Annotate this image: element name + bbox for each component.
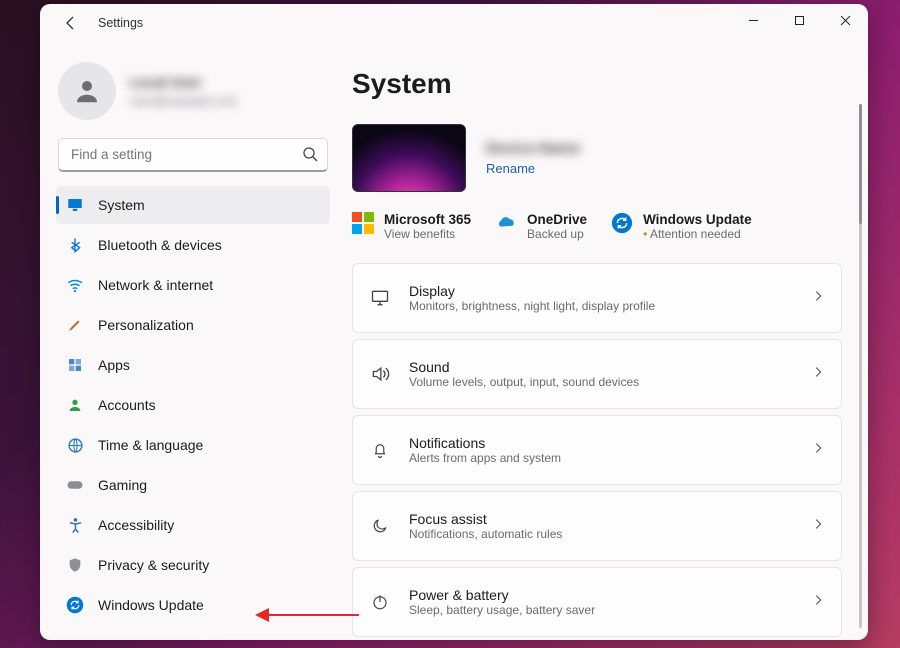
display-icon bbox=[369, 287, 391, 309]
sidebar-item-personalization[interactable]: Personalization bbox=[56, 306, 330, 344]
moon-icon bbox=[369, 515, 391, 537]
main-content: System Device-Name Rename Microsoft 365 … bbox=[344, 48, 868, 640]
sidebar-item-label: Windows Update bbox=[98, 597, 204, 613]
card-title: Power & battery bbox=[409, 587, 793, 603]
status-m365-title: Microsoft 365 bbox=[384, 212, 471, 227]
sidebar-item-time-language[interactable]: Time & language bbox=[56, 426, 330, 464]
card-title: Sound bbox=[409, 359, 793, 375]
wifi-icon bbox=[66, 276, 84, 294]
sidebar: Local User user@example.com System Bluet… bbox=[40, 48, 344, 640]
sidebar-item-apps[interactable]: Apps bbox=[56, 346, 330, 384]
page-heading: System bbox=[352, 68, 868, 100]
card-subtitle: Volume levels, output, input, sound devi… bbox=[409, 375, 793, 389]
sync-icon bbox=[66, 596, 84, 614]
sidebar-item-accounts[interactable]: Accounts bbox=[56, 386, 330, 424]
onedrive-icon bbox=[495, 212, 517, 234]
sidebar-item-label: Time & language bbox=[98, 437, 203, 453]
sidebar-item-label: Gaming bbox=[98, 477, 147, 493]
status-onedrive[interactable]: OneDrive Backed up bbox=[495, 212, 587, 241]
profile-name: Local User bbox=[130, 74, 237, 90]
device-name: Device-Name bbox=[486, 140, 580, 157]
device-row: Device-Name Rename bbox=[352, 124, 868, 192]
status-update-title: Windows Update bbox=[643, 212, 752, 227]
status-onedrive-sub: Backed up bbox=[527, 227, 587, 241]
card-subtitle: Notifications, automatic rules bbox=[409, 527, 793, 541]
desktop-preview[interactable] bbox=[352, 124, 466, 192]
brush-icon bbox=[66, 316, 84, 334]
profile-block[interactable]: Local User user@example.com bbox=[56, 54, 330, 136]
shield-icon bbox=[66, 556, 84, 574]
chevron-right-icon bbox=[811, 517, 825, 536]
status-windows-update[interactable]: Windows Update Attention needed bbox=[611, 212, 752, 241]
card-title: Display bbox=[409, 283, 793, 299]
microsoft-logo-icon bbox=[352, 212, 374, 234]
settings-cards: Display Monitors, brightness, night ligh… bbox=[352, 263, 868, 637]
sidebar-item-accessibility[interactable]: Accessibility bbox=[56, 506, 330, 544]
sidebar-item-label: Network & internet bbox=[98, 277, 213, 293]
sidebar-item-label: Personalization bbox=[98, 317, 194, 333]
chevron-right-icon bbox=[811, 593, 825, 612]
card-focus-assist[interactable]: Focus assist Notifications, automatic ru… bbox=[352, 491, 842, 561]
back-button[interactable] bbox=[62, 14, 80, 32]
search-icon bbox=[302, 146, 318, 167]
sound-icon bbox=[369, 363, 391, 385]
gamepad-icon bbox=[66, 476, 84, 494]
search-input[interactable] bbox=[58, 138, 328, 172]
sidebar-item-privacy-security[interactable]: Privacy & security bbox=[56, 546, 330, 584]
profile-info: Local User user@example.com bbox=[130, 74, 237, 108]
apps-icon bbox=[66, 356, 84, 374]
search-box bbox=[58, 138, 328, 172]
power-icon bbox=[369, 591, 391, 613]
avatar bbox=[58, 62, 116, 120]
bluetooth-icon bbox=[66, 236, 84, 254]
nav-list: System Bluetooth & devices Network & int… bbox=[56, 186, 330, 624]
settings-window: Settings Local User user@example.c bbox=[40, 4, 868, 640]
profile-email: user@example.com bbox=[130, 94, 237, 108]
sync-icon bbox=[611, 212, 633, 234]
card-subtitle: Sleep, battery usage, battery saver bbox=[409, 603, 793, 617]
sidebar-item-gaming[interactable]: Gaming bbox=[56, 466, 330, 504]
sidebar-item-label: Bluetooth & devices bbox=[98, 237, 222, 253]
close-button[interactable] bbox=[822, 4, 868, 36]
rename-link[interactable]: Rename bbox=[486, 161, 580, 176]
sidebar-item-label: System bbox=[98, 197, 145, 213]
accessibility-icon bbox=[66, 516, 84, 534]
globe-icon bbox=[66, 436, 84, 454]
bell-icon bbox=[369, 439, 391, 461]
sidebar-item-label: Accessibility bbox=[98, 517, 174, 533]
sidebar-item-system[interactable]: System bbox=[56, 186, 330, 224]
window-title: Settings bbox=[98, 16, 143, 30]
card-subtitle: Alerts from apps and system bbox=[409, 451, 793, 465]
card-subtitle: Monitors, brightness, night light, displ… bbox=[409, 299, 793, 313]
sidebar-item-network-internet[interactable]: Network & internet bbox=[56, 266, 330, 304]
status-m365-sub: View benefits bbox=[384, 227, 471, 241]
annotation-arrow bbox=[256, 608, 359, 622]
card-sound[interactable]: Sound Volume levels, output, input, soun… bbox=[352, 339, 842, 409]
card-display[interactable]: Display Monitors, brightness, night ligh… bbox=[352, 263, 842, 333]
scrollbar[interactable] bbox=[859, 104, 862, 628]
card-power-battery[interactable]: Power & battery Sleep, battery usage, ba… bbox=[352, 567, 842, 637]
card-notifications[interactable]: Notifications Alerts from apps and syste… bbox=[352, 415, 842, 485]
card-title: Focus assist bbox=[409, 511, 793, 527]
chevron-right-icon bbox=[811, 289, 825, 308]
monitor-icon bbox=[66, 196, 84, 214]
card-title: Notifications bbox=[409, 435, 793, 451]
sidebar-item-label: Apps bbox=[98, 357, 130, 373]
minimize-button[interactable] bbox=[730, 4, 776, 36]
status-update-sub: Attention needed bbox=[643, 227, 752, 241]
status-row: Microsoft 365 View benefits OneDrive Bac… bbox=[352, 212, 868, 241]
maximize-button[interactable] bbox=[776, 4, 822, 36]
sidebar-item-label: Accounts bbox=[98, 397, 156, 413]
sidebar-item-bluetooth-devices[interactable]: Bluetooth & devices bbox=[56, 226, 330, 264]
status-onedrive-title: OneDrive bbox=[527, 212, 587, 227]
status-m365[interactable]: Microsoft 365 View benefits bbox=[352, 212, 471, 241]
titlebar: Settings bbox=[40, 4, 868, 48]
chevron-right-icon bbox=[811, 365, 825, 384]
sidebar-item-label: Privacy & security bbox=[98, 557, 209, 573]
person-icon bbox=[66, 396, 84, 414]
chevron-right-icon bbox=[811, 441, 825, 460]
